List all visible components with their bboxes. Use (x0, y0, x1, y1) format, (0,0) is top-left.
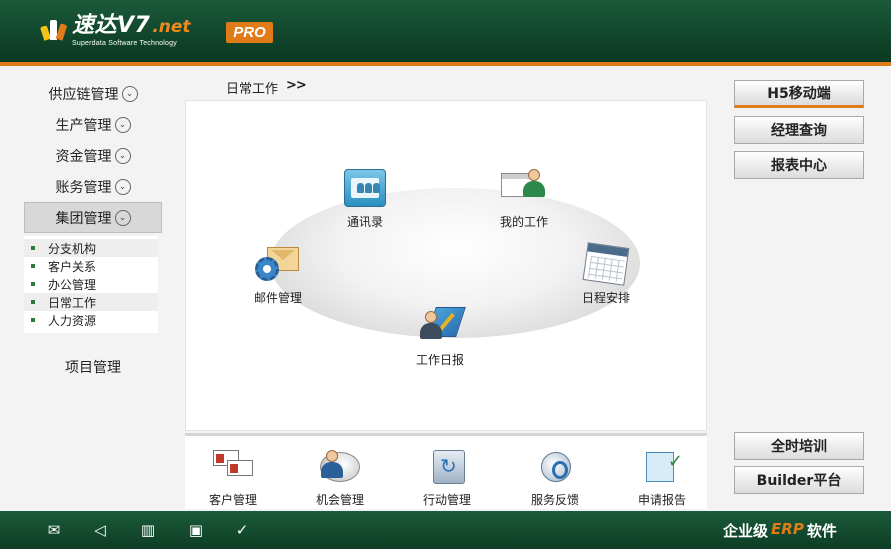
node-daily-report[interactable]: 工作日报 (416, 305, 466, 368)
main-panel: 通讯录 我的工作 邮件管理 日程安排 工作日报 (185, 100, 707, 431)
node-label: 工作日报 (416, 353, 465, 367)
chevron-down-icon: ⌄ (114, 147, 131, 164)
sidebar-item-project[interactable]: 项目管理 (24, 351, 162, 382)
chevron-down-icon: ⌄ (114, 209, 131, 226)
builder-platform-button[interactable]: Builder平台 (734, 466, 864, 494)
sidebar-item-label: 资金管理 (55, 148, 112, 165)
mail-gear-icon (255, 243, 301, 287)
manager-query-button[interactable]: 经理查询 (734, 116, 864, 144)
group-submenu: 分支机构 客户关系 办公管理 日常工作 人力资源 (24, 236, 158, 333)
contacts-icon (342, 167, 388, 211)
action-icon (425, 448, 469, 488)
quick-item-label: 机会管理 (315, 493, 364, 507)
quick-item-label: 行动管理 (422, 493, 471, 507)
quick-item-label: 申请报告 (637, 493, 686, 507)
edition-badge: PRO (226, 22, 273, 43)
node-label: 通讯录 (346, 215, 383, 229)
sidebar-item-group[interactable]: 集团管理 ⌄ (24, 202, 162, 233)
footer-brand-prefix: 企业级 (723, 522, 769, 540)
chevron-down-icon: ⌄ (114, 178, 131, 195)
node-label: 邮件管理 (254, 291, 303, 305)
report-icon (640, 448, 684, 488)
quick-item-label: 服务反馈 (530, 493, 579, 507)
header-divider (0, 62, 891, 66)
logo-bars-icon (40, 14, 68, 41)
logo-title: 速达V7 (72, 13, 151, 38)
node-mail[interactable]: 邮件管理 (254, 243, 302, 306)
training-button[interactable]: 全时培训 (734, 432, 864, 460)
app-logo: 速达V7 .net Superdata Software Technology (40, 13, 191, 50)
submenu-item-branches[interactable]: 分支机构 (24, 239, 158, 257)
logo-subtitle: Superdata Software Technology (72, 40, 177, 47)
sidebar-item-supply-chain[interactable]: 供应链管理 ⌄ (24, 78, 162, 109)
sidebar-item-production[interactable]: 生产管理 ⌄ (24, 109, 162, 140)
sidebar-item-funds[interactable]: 资金管理 ⌄ (24, 140, 162, 171)
quick-access-strip: 客户管理 机会管理 行动管理 服务反馈 申请报告 (185, 433, 707, 509)
mail-icon[interactable]: ✉ (44, 521, 64, 539)
daily-report-icon (417, 305, 466, 349)
customer-cards-icon (211, 448, 255, 488)
quick-item-opportunities[interactable]: 机会管理 (305, 448, 375, 508)
breadcrumb: 日常工作 >> (226, 78, 307, 97)
speaker-icon[interactable]: ◁ (90, 521, 110, 539)
app-header: 速达V7 .net Superdata Software Technology … (0, 0, 891, 62)
submenu-item-daily-work[interactable]: 日常工作 (24, 293, 158, 311)
report-center-button[interactable]: 报表中心 (734, 151, 864, 179)
footer-brand-erp: ERP (771, 520, 804, 538)
submenu-item-hr[interactable]: 人力资源 (24, 311, 158, 329)
breadcrumb-current: 日常工作 (226, 82, 279, 97)
calendar-icon (582, 242, 630, 287)
submenu-item-crm[interactable]: 客户关系 (24, 257, 158, 275)
app-footer: ✉ ◁ ▥ ▣ ✓ 企业级 ERP 软件 (0, 511, 891, 549)
node-schedule[interactable]: 日程安排 (582, 242, 631, 306)
node-label: 日程安排 (582, 291, 631, 305)
quick-item-customers[interactable]: 客户管理 (198, 448, 268, 508)
sidebar-item-label: 账务管理 (55, 179, 112, 196)
opportunity-icon (318, 448, 362, 488)
my-work-icon (501, 167, 547, 211)
node-contacts[interactable]: 通讯录 (342, 167, 388, 230)
footer-brand: 企业级 ERP 软件 (723, 520, 837, 541)
node-my-work[interactable]: 我的工作 (500, 167, 548, 230)
sidebar-item-accounting[interactable]: 账务管理 ⌄ (24, 171, 162, 202)
quick-item-label: 客户管理 (208, 493, 257, 507)
sidebar: 供应链管理 ⌄ 生产管理 ⌄ 资金管理 ⌄ 账务管理 ⌄ 集团管理 ⌄ 分支机构… (24, 78, 162, 382)
chevron-down-icon: ⌄ (121, 85, 138, 102)
quick-item-application-report[interactable]: 申请报告 (627, 448, 697, 508)
submenu-item-office[interactable]: 办公管理 (24, 275, 158, 293)
check-icon[interactable]: ✓ (232, 521, 252, 539)
chevron-down-icon: ⌄ (114, 116, 131, 133)
sidebar-item-label: 集团管理 (55, 210, 112, 227)
sidebar-item-label: 项目管理 (65, 359, 121, 376)
service-feedback-icon (533, 448, 577, 488)
sidebar-item-label: 供应链管理 (48, 86, 119, 103)
breadcrumb-arrow: >> (286, 78, 307, 93)
node-label: 我的工作 (500, 215, 549, 229)
quick-item-service-feedback[interactable]: 服务反馈 (520, 448, 590, 508)
h5-mobile-button[interactable]: H5移动端 (734, 80, 864, 108)
footer-brand-suffix: 软件 (806, 522, 837, 540)
book-icon[interactable]: ▥ (138, 521, 158, 539)
logo-suffix: .net (152, 17, 191, 37)
window-icon[interactable]: ▣ (186, 521, 206, 539)
sidebar-item-label: 生产管理 (55, 117, 112, 134)
quick-item-actions[interactable]: 行动管理 (412, 448, 482, 508)
